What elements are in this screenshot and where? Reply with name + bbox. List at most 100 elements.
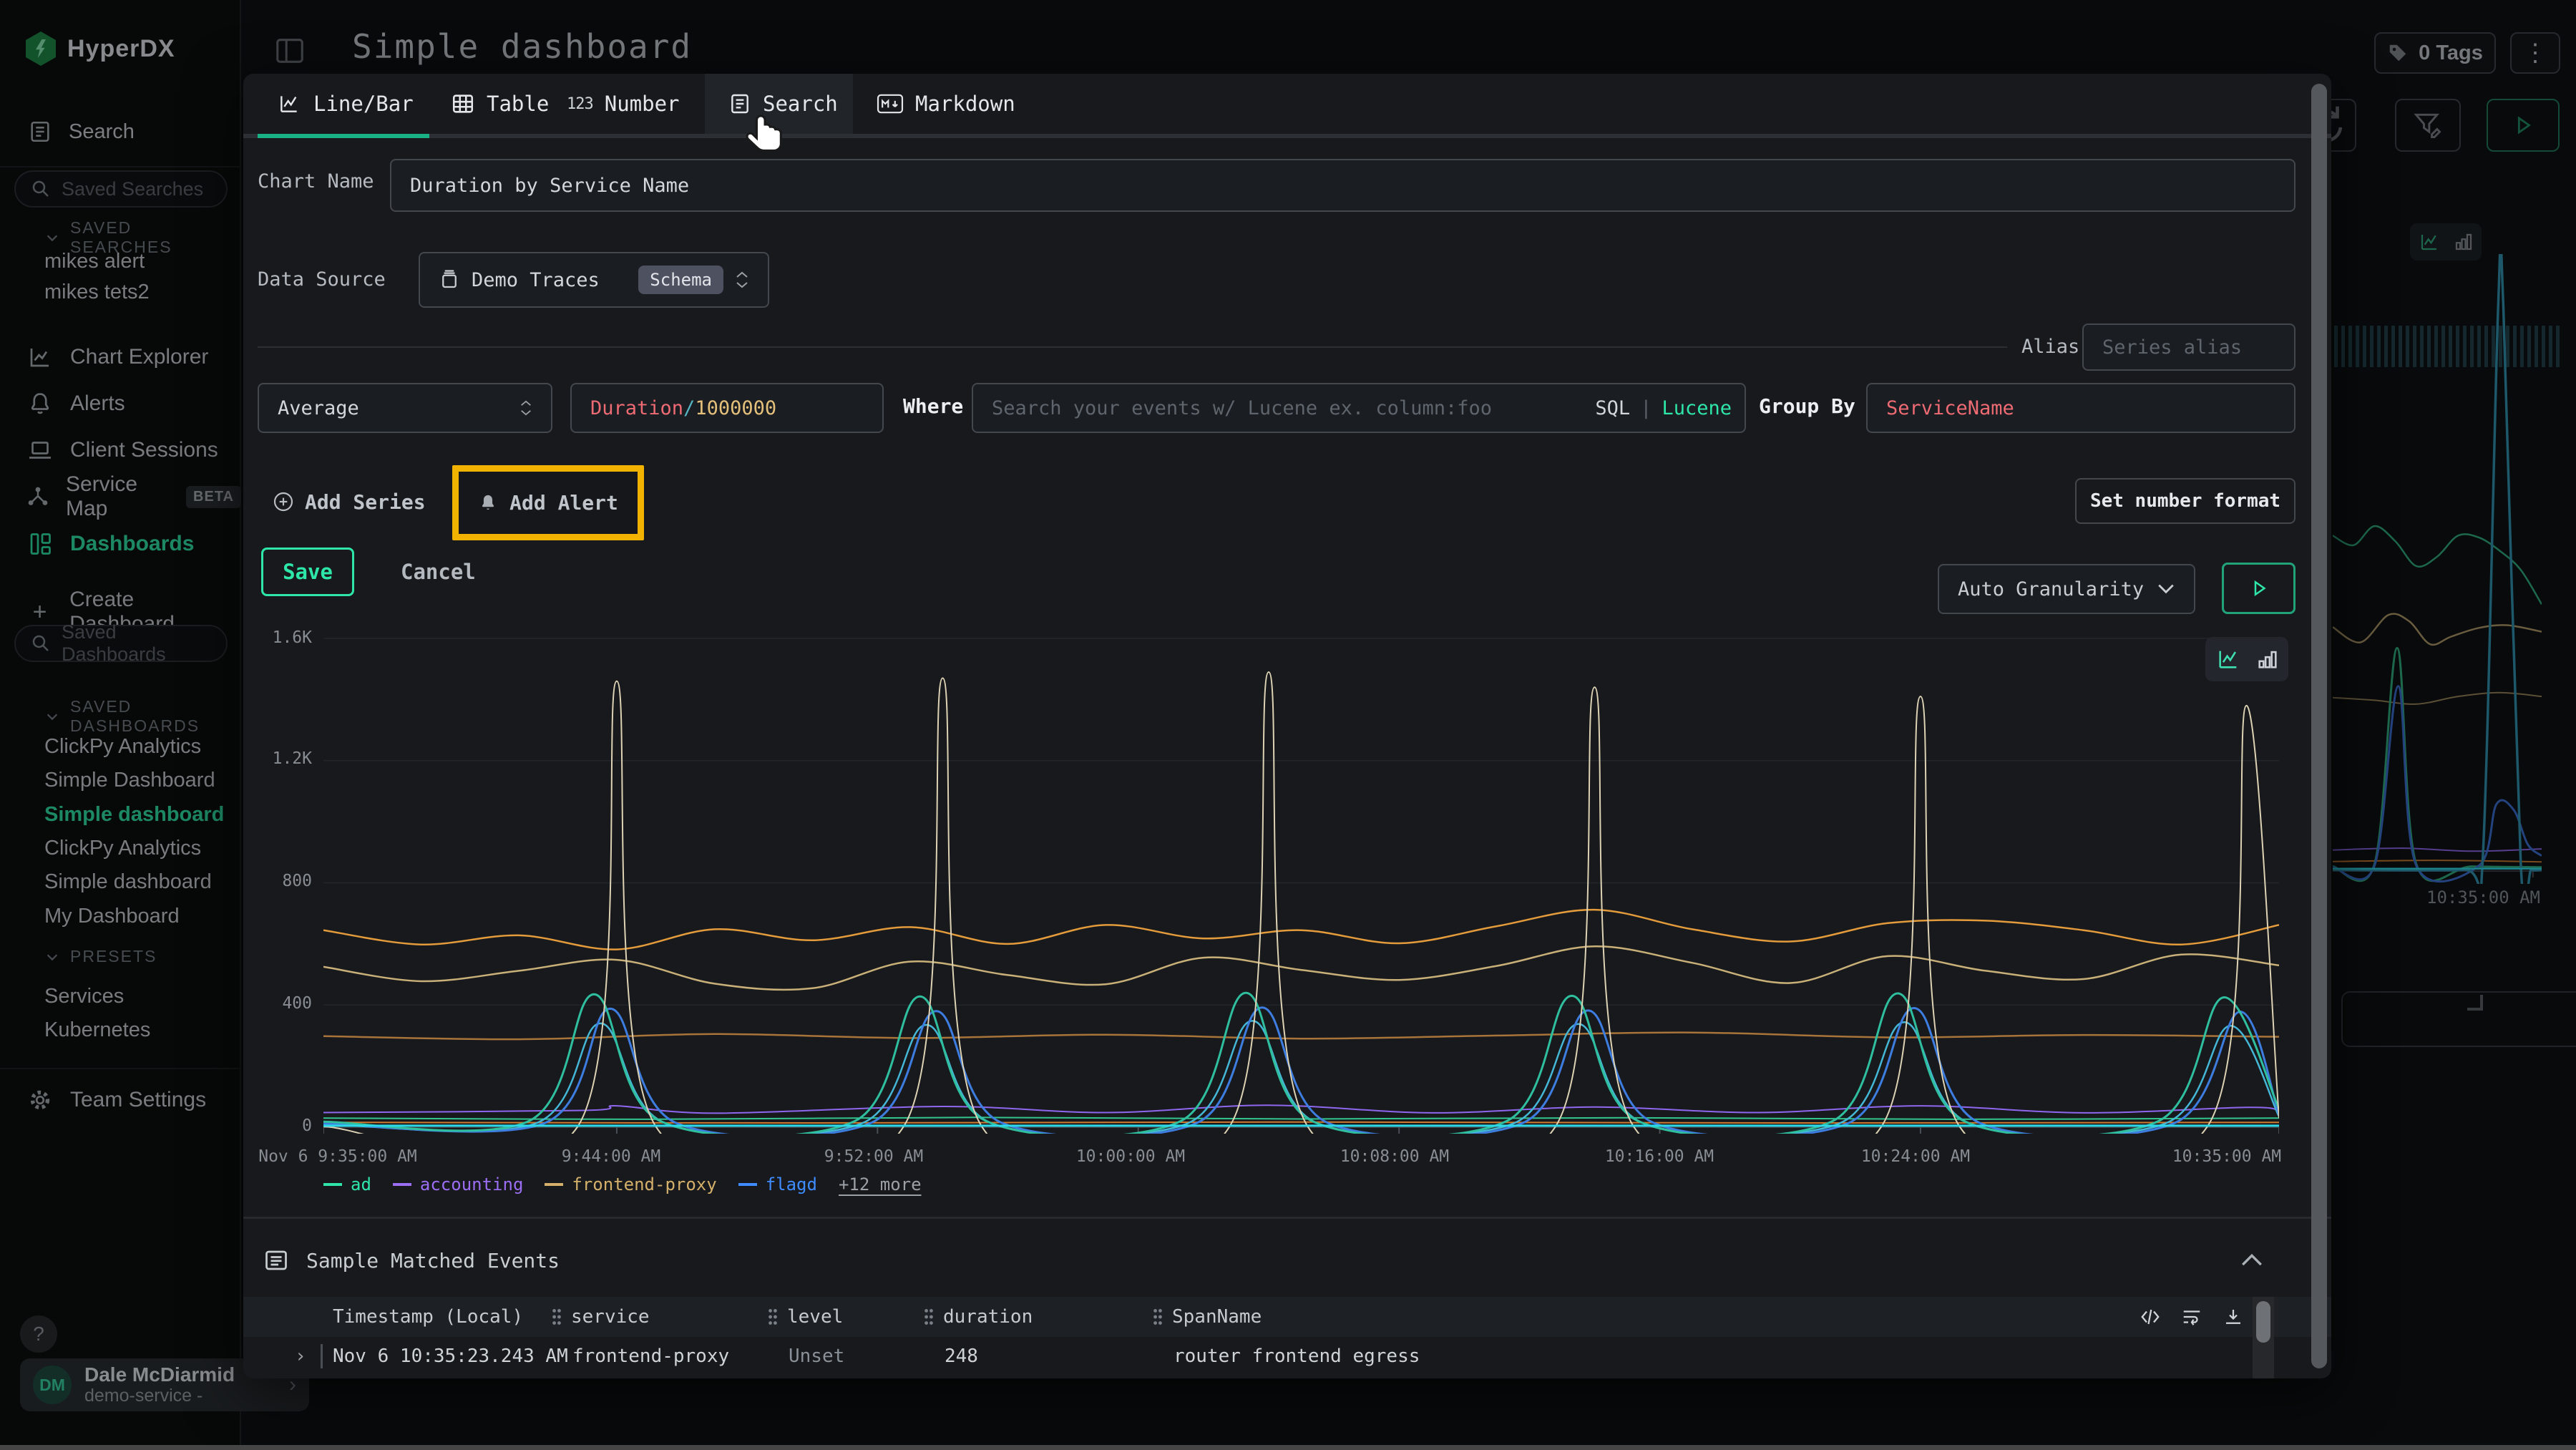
- add-alert-button-highlighted[interactable]: Add Alert: [452, 465, 644, 540]
- modal-scrollbar[interactable]: [2311, 84, 2327, 1368]
- save-button[interactable]: Save: [261, 548, 354, 596]
- tab-label: Search: [763, 92, 838, 116]
- legend-label: frontend-proxy: [572, 1174, 716, 1194]
- where-search-input[interactable]: Search your events w/ Lucene ex. column:…: [972, 383, 1746, 433]
- add-series-label: Add Series: [305, 490, 426, 514]
- y-tick: 1.6K: [249, 628, 312, 647]
- table-icon: [451, 92, 475, 116]
- column-header-service[interactable]: service: [551, 1306, 650, 1328]
- set-number-format-button[interactable]: Set number format: [2075, 478, 2296, 524]
- window-edge: [0, 1445, 2576, 1450]
- group-by-input[interactable]: ServiceName: [1866, 383, 2296, 433]
- granularity-select[interactable]: Auto Granularity: [1938, 564, 2195, 614]
- y-tick: 0: [249, 1116, 312, 1135]
- chevron-updown-icon: [519, 399, 532, 417]
- circle-plus-icon: [272, 490, 295, 513]
- legend-swatch: [545, 1183, 563, 1186]
- group-by-value: ServiceName: [1886, 397, 2014, 419]
- where-label: Where: [903, 394, 963, 418]
- run-chart-button[interactable]: [2222, 563, 2296, 614]
- bell-icon: [478, 492, 498, 514]
- cell-spanname: router frontend egress: [1174, 1346, 1420, 1367]
- tab-label: Number: [605, 92, 680, 116]
- x-tick: 9:44:00 AM: [562, 1147, 660, 1166]
- alias-input[interactable]: Series alias: [2082, 323, 2296, 371]
- schema-badge[interactable]: Schema: [638, 266, 723, 294]
- column-header-duration[interactable]: duration: [923, 1306, 1033, 1328]
- table-row[interactable]: › Nov 6 10:35:23.243 AM frontend-proxy U…: [243, 1373, 2331, 1378]
- add-series-button[interactable]: Add Series: [272, 476, 426, 527]
- chevron-down-icon: [2157, 583, 2175, 595]
- alias-label: Alias: [2021, 336, 2079, 358]
- legend-item[interactable]: flagd: [738, 1174, 817, 1194]
- legend-label: flagd: [766, 1174, 817, 1194]
- app-root: HyperDX Search Saved Searches SAVED SEAR…: [0, 0, 2576, 1450]
- tab-number[interactable]: 123 Number: [567, 74, 680, 134]
- sample-events-title: Sample Matched Events: [306, 1249, 560, 1273]
- x-tick: 9:52:00 AM: [824, 1147, 923, 1166]
- database-icon: [439, 268, 460, 291]
- lucene-toggle[interactable]: Lucene: [1662, 397, 1732, 419]
- wrap-text-icon[interactable]: [2181, 1308, 2202, 1326]
- tab-label: Markdown: [915, 92, 1015, 116]
- number-123-icon: 123: [567, 95, 593, 113]
- sql-toggle[interactable]: SQL: [1595, 397, 1630, 419]
- legend-swatch: [738, 1183, 757, 1186]
- field-column: Duration: [590, 397, 683, 419]
- cell-level: Unset: [789, 1346, 844, 1367]
- legend-swatch: [323, 1183, 342, 1186]
- input-placeholder: Search your events w/ Lucene ex. column:…: [992, 397, 1492, 419]
- cell-duration: 248: [945, 1346, 978, 1367]
- aggregation-select[interactable]: Average: [258, 383, 552, 433]
- x-tick: 10:00:00 AM: [1076, 1147, 1185, 1166]
- language-toggle[interactable]: SQL | Lucene: [1595, 397, 1732, 419]
- chevron-updown-icon: [735, 271, 749, 289]
- data-source-select[interactable]: Demo Traces Schema: [419, 252, 769, 308]
- search-list-icon: [728, 92, 751, 115]
- legend-more-link[interactable]: +12 more: [839, 1174, 922, 1194]
- legend-item[interactable]: frontend-proxy: [545, 1174, 716, 1194]
- legend-item[interactable]: ad: [323, 1174, 371, 1194]
- download-icon[interactable]: [2223, 1308, 2244, 1326]
- chart-name-input[interactable]: Duration by Service Name: [390, 159, 2296, 212]
- legend-label: ad: [351, 1174, 371, 1194]
- drag-handle-icon: [767, 1308, 779, 1325]
- collapse-section-button[interactable]: [2240, 1251, 2264, 1268]
- table-scrollbar-thumb[interactable]: [2256, 1301, 2270, 1343]
- tab-table[interactable]: Table: [451, 74, 549, 134]
- column-header-level[interactable]: level: [767, 1306, 843, 1328]
- line-chart-icon: [276, 92, 302, 115]
- duration-chart[interactable]: [323, 633, 2279, 1134]
- code-icon[interactable]: [2140, 1308, 2161, 1326]
- active-tab-underline: [258, 134, 429, 138]
- edit-chart-modal: Line/Bar Table 123 Number Search Markdow…: [243, 74, 2331, 1378]
- list-icon: [263, 1247, 289, 1273]
- column-header-spanname[interactable]: SpanName: [1152, 1306, 1262, 1328]
- y-tick: 1.2K: [249, 749, 312, 768]
- drag-handle-icon: [1152, 1308, 1163, 1325]
- field-denominator: 1000000: [695, 397, 776, 419]
- cancel-button[interactable]: Cancel: [386, 548, 490, 596]
- language-divider: |: [1640, 397, 1652, 419]
- column-header-timestamp[interactable]: Timestamp (Local): [333, 1306, 523, 1328]
- table-row[interactable]: › Nov 6 10:35:23.243 AM frontend-proxy U…: [243, 1337, 2331, 1376]
- tab-markdown[interactable]: Markdown: [877, 74, 1015, 134]
- table-actions: [2140, 1308, 2244, 1326]
- field-operator: /: [683, 397, 695, 419]
- tab-line-bar[interactable]: Line/Bar: [276, 74, 414, 134]
- legend-item[interactable]: accounting: [393, 1174, 524, 1194]
- cell-timestamp: Nov 6 10:35:23.243 AM: [333, 1346, 568, 1367]
- x-tick: 10:16:00 AM: [1605, 1147, 1714, 1166]
- y-tick: 800: [249, 872, 312, 890]
- legend-swatch: [393, 1183, 411, 1186]
- divider: [258, 346, 2007, 348]
- chart-legend: ad accounting frontend-proxy flagd +12 m…: [323, 1174, 922, 1194]
- divider: [243, 1217, 2331, 1219]
- granularity-value: Auto Granularity: [1958, 578, 2144, 600]
- field-expression-input[interactable]: Duration/1000000: [570, 383, 884, 433]
- events-table-header: Timestamp (Local) service level duration…: [243, 1297, 2331, 1337]
- y-tick: 400: [249, 994, 312, 1013]
- x-tick: 10:35:00 AM: [2172, 1147, 2281, 1166]
- expand-row-icon[interactable]: ›: [295, 1346, 306, 1367]
- x-tick: 10:24:00 AM: [1861, 1147, 1970, 1166]
